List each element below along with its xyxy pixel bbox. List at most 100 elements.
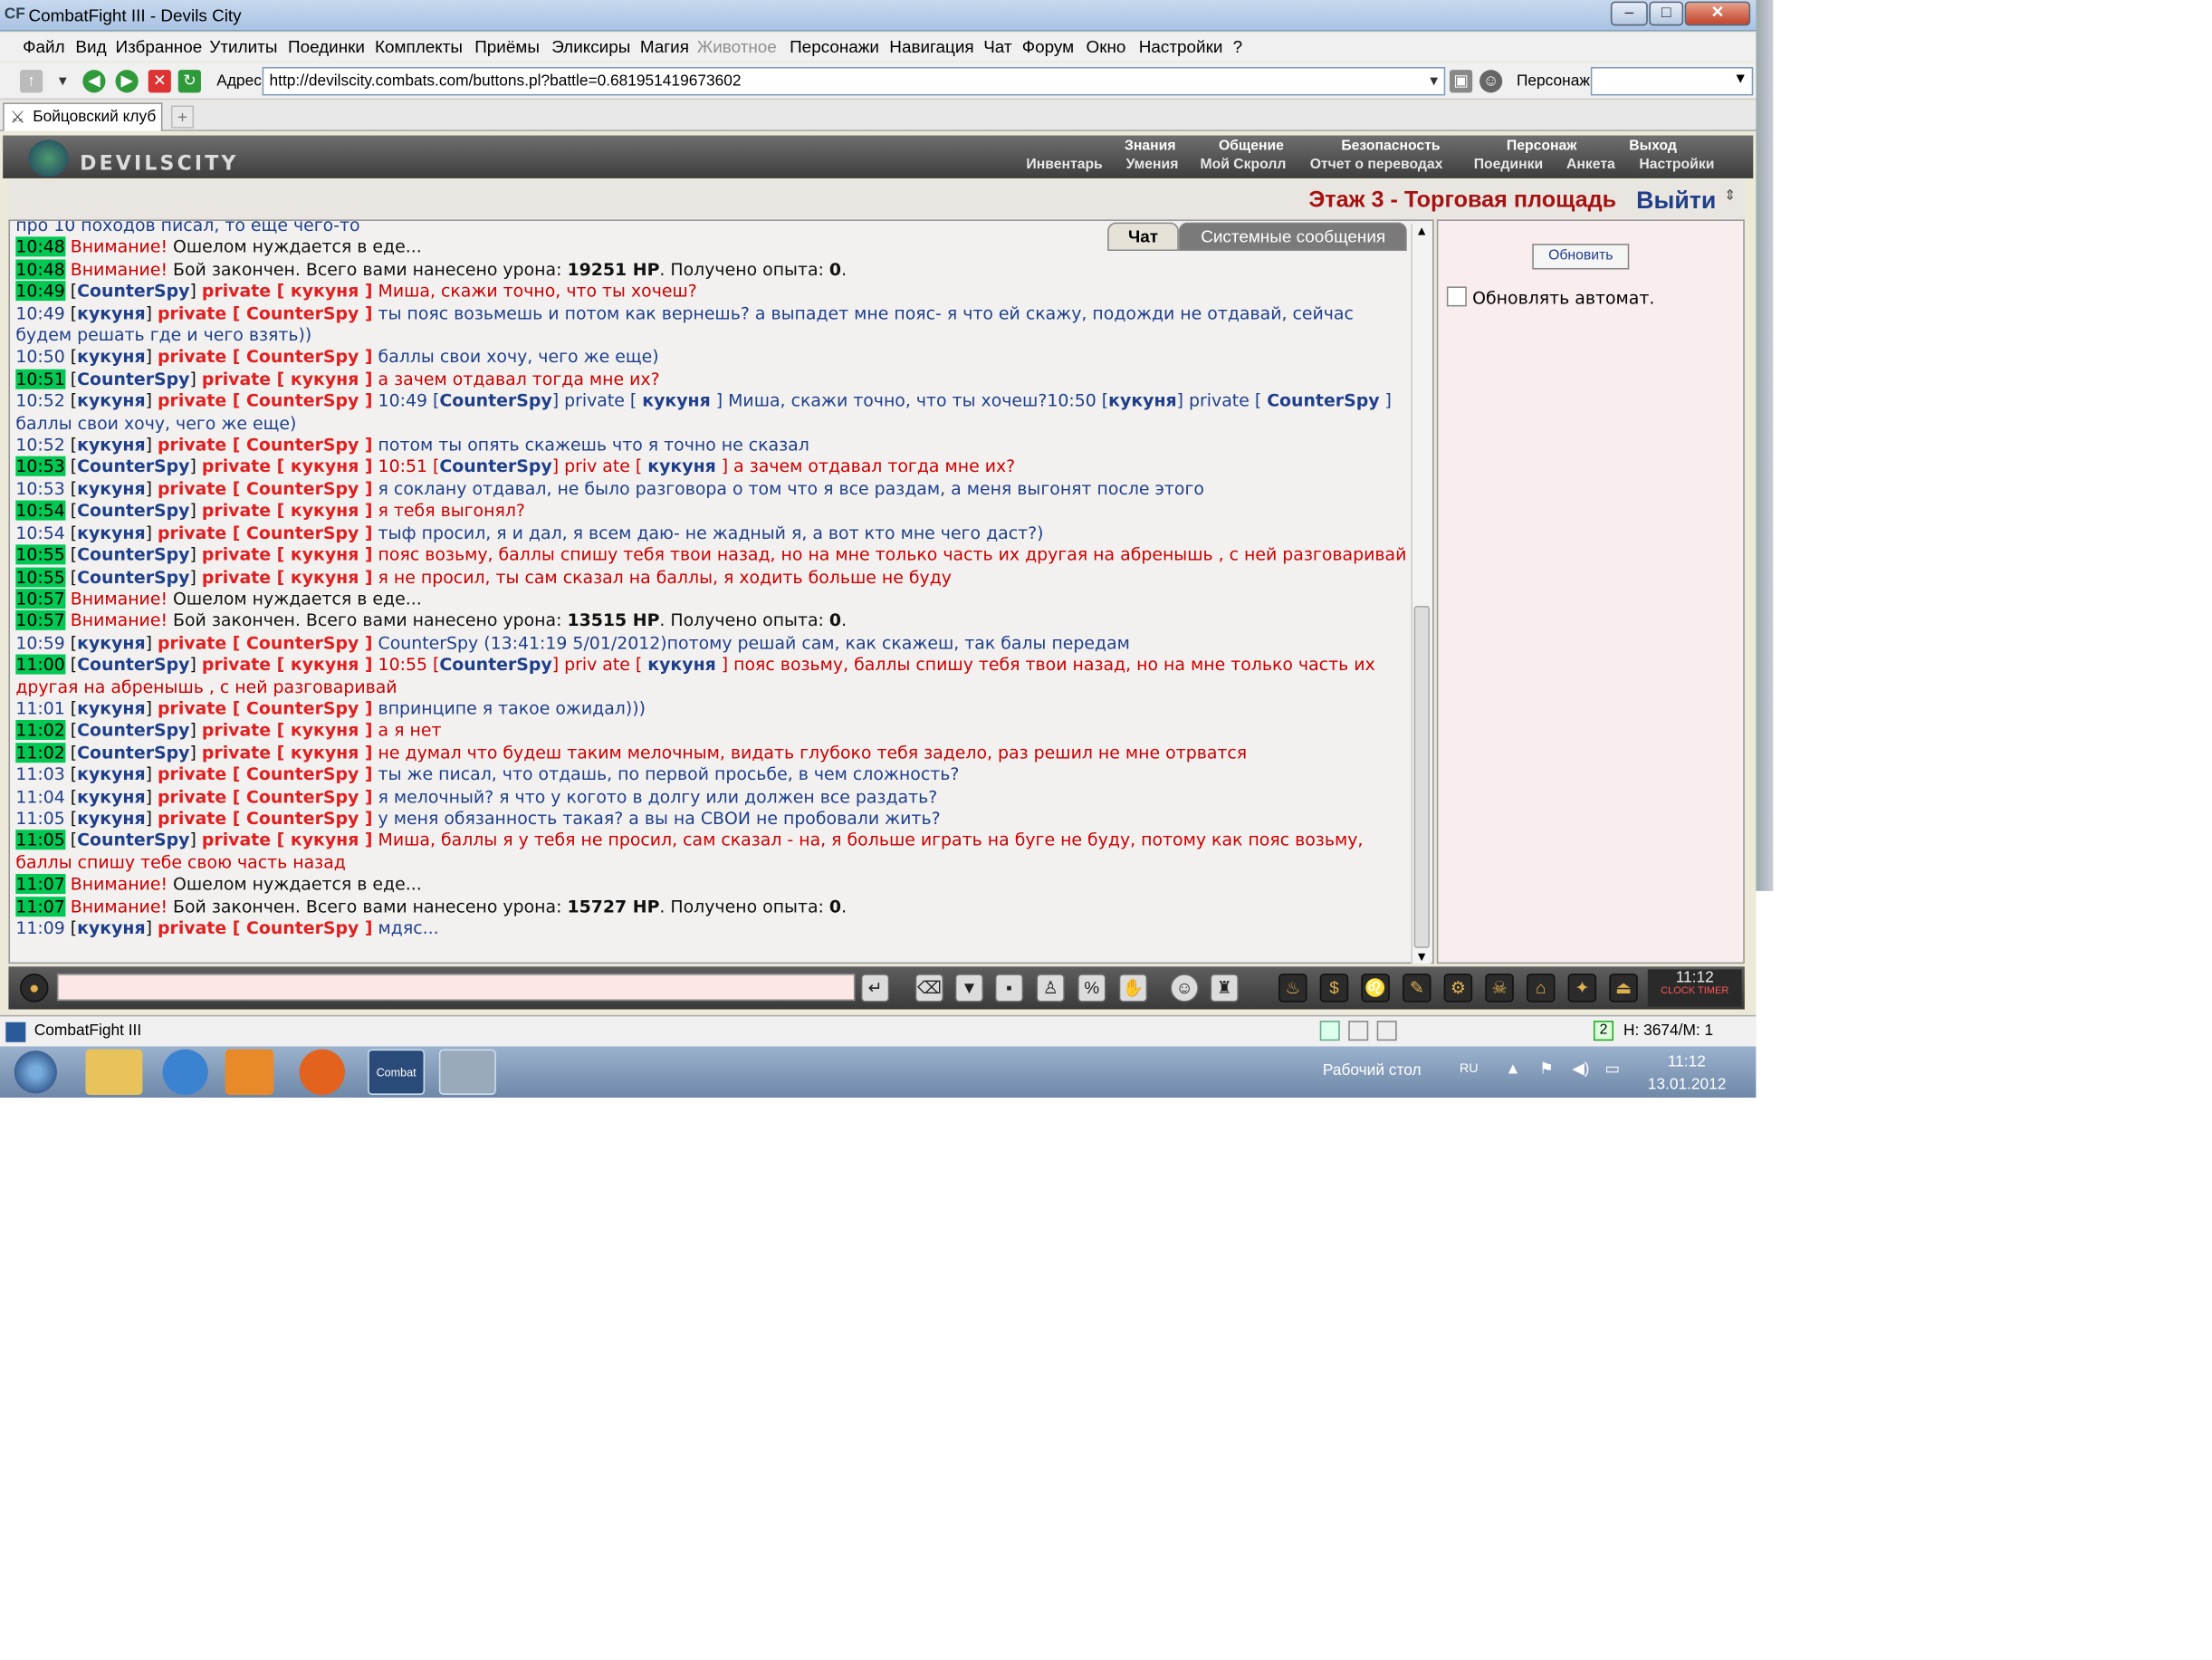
user-name-link[interactable]: кукуня — [77, 786, 145, 806]
user-name-link[interactable]: CounterSpy — [77, 501, 189, 521]
firefox-icon[interactable] — [299, 1049, 345, 1095]
dropdown-arrow-icon[interactable]: ▾ — [52, 70, 74, 92]
private-tag[interactable]: private [ CounterSpy ] — [158, 347, 373, 367]
message-time[interactable]: 11:07 — [15, 896, 65, 916]
user-name-link[interactable]: CounterSpy — [1267, 391, 1379, 411]
menu-view[interactable]: Вид — [75, 37, 106, 57]
private-tag[interactable]: private [ CounterSpy ] — [158, 391, 373, 411]
message-time[interactable]: 10:53 — [15, 479, 64, 499]
internet-explorer-icon[interactable] — [162, 1049, 208, 1095]
message-time[interactable]: 11:09 — [15, 918, 64, 938]
nav-communication[interactable]: Общение — [1219, 139, 1284, 154]
save-icon[interactable]: ▪ — [994, 974, 1024, 1003]
user-name-link[interactable]: кукуня — [77, 479, 145, 499]
user-name-link[interactable]: CounterSpy — [77, 830, 189, 850]
private-tag[interactable]: private [ CounterSpy ] — [158, 764, 373, 784]
gear-icon[interactable]: ⚙ — [1443, 974, 1473, 1003]
message-time[interactable]: 10:54 — [15, 523, 64, 542]
address-input[interactable] — [262, 66, 1446, 96]
tray-expand-icon[interactable]: ▲ — [1505, 1060, 1520, 1078]
private-tag[interactable]: private [ кукуня ] — [202, 655, 373, 675]
private-tag[interactable]: private [ CounterSpy ] — [158, 809, 373, 829]
tab-system-messages[interactable]: Системные сообщения — [1179, 222, 1407, 252]
tray-date[interactable]: 13.01.2012 — [1648, 1077, 1727, 1094]
user-name-link[interactable]: CounterSpy — [77, 743, 189, 763]
auto-refresh-checkbox[interactable] — [1446, 286, 1467, 307]
message-time[interactable]: 10:49 — [15, 303, 64, 323]
menu-forum[interactable]: Форум — [1022, 37, 1074, 57]
message-time[interactable]: 11:00 — [15, 654, 65, 675]
nav-inventory[interactable]: Инвентарь — [1026, 157, 1102, 172]
send-icon[interactable]: ↵ — [860, 974, 890, 1003]
user-name-link[interactable]: кукуня — [77, 809, 145, 829]
nav-transfers-report[interactable]: Отчет о переводах — [1310, 157, 1443, 172]
user-name-link[interactable]: кукуня — [77, 918, 145, 938]
new-tab-button[interactable]: + — [170, 105, 195, 129]
private-tag[interactable]: private [ кукуня ] — [202, 721, 373, 741]
private-tag[interactable]: private [ кукуня ] — [202, 830, 373, 850]
menu-magic[interactable]: Магия — [640, 37, 689, 57]
user-name-link[interactable]: CounterSpy — [77, 281, 189, 301]
close-button[interactable]: ✕ — [1684, 1, 1751, 26]
nav-profile[interactable]: Анкета — [1566, 157, 1615, 172]
user-name-link[interactable]: кукуня — [77, 633, 145, 653]
menu-duels[interactable]: Поединки — [288, 37, 365, 57]
menu-elixirs[interactable]: Эликсиры — [551, 37, 630, 57]
media-player-icon[interactable] — [225, 1049, 274, 1095]
chat-input[interactable] — [56, 974, 856, 1002]
nav-security[interactable]: Безопасность — [1341, 139, 1440, 154]
user-name-link[interactable]: кукуня — [77, 391, 145, 411]
house-icon[interactable]: ⌂ — [1526, 974, 1556, 1003]
go-icon[interactable]: ▣ — [1449, 70, 1473, 93]
menu-help[interactable]: ? — [1233, 37, 1243, 57]
smiley-face-icon[interactable]: ● — [20, 974, 49, 1003]
character-select[interactable]: ▼ — [1590, 66, 1754, 96]
message-time[interactable]: 11:05 — [15, 830, 65, 850]
scroll-down-icon[interactable]: ▼ — [1415, 949, 1428, 964]
menu-utilities[interactable]: Утилиты — [209, 37, 277, 57]
exit-link[interactable]: Выйти — [1636, 187, 1716, 215]
user-name-link[interactable]: CounterSpy — [77, 544, 189, 564]
menu-techniques[interactable]: Приёмы — [474, 37, 540, 57]
user-name-link[interactable]: CounterSpy — [439, 391, 551, 411]
nav-skills[interactable]: Умения — [1126, 157, 1179, 172]
page-icon[interactable] — [1348, 1021, 1369, 1041]
nav-character[interactable]: Персонаж — [1507, 139, 1576, 154]
message-time[interactable]: 11:04 — [15, 786, 64, 806]
menu-settings[interactable]: Настройки — [1139, 37, 1223, 57]
eraser-icon[interactable]: ⌫ — [914, 974, 944, 1003]
user-name-link[interactable]: кукуня — [77, 523, 145, 542]
nav-my-scroll[interactable]: Мой Скролл — [1200, 157, 1286, 172]
chat-scrollbar[interactable]: ▲ ▼ — [1411, 224, 1432, 964]
person-icon[interactable]: ♙ — [1036, 974, 1065, 1003]
user-name-link[interactable]: кукуня — [647, 456, 715, 476]
menu-sets[interactable]: Комплекты — [375, 37, 463, 57]
message-time[interactable]: 10:53 — [15, 456, 65, 477]
message-time[interactable]: 10:48 — [15, 236, 65, 257]
menu-navigation[interactable]: Навигация — [889, 37, 973, 57]
refresh-icon[interactable]: ↻ — [177, 70, 201, 93]
sync-icon[interactable] — [1319, 1021, 1340, 1041]
translit-icon[interactable]: % — [1077, 974, 1106, 1003]
skull-icon[interactable]: ☠ — [1485, 974, 1514, 1003]
back-icon[interactable]: ◀ — [82, 70, 106, 93]
bag-icon[interactable]: ♨ — [1278, 974, 1307, 1003]
message-time[interactable]: 11:03 — [15, 764, 64, 784]
private-tag[interactable]: private [ CounterSpy ] — [158, 698, 373, 718]
message-time[interactable]: 11:07 — [15, 874, 65, 895]
message-time[interactable]: 11:02 — [15, 742, 65, 763]
user-name-link[interactable]: кукуня — [1108, 391, 1176, 411]
message-time[interactable]: 11:01 — [15, 698, 64, 718]
filter-icon[interactable]: ▼ — [954, 974, 984, 1003]
message-time[interactable]: 10:55 — [15, 544, 65, 565]
private-tag[interactable]: private [ CounterSpy ] — [158, 523, 373, 542]
user-name-link[interactable]: кукуня — [77, 764, 145, 784]
updown-arrows-icon[interactable]: ⇕ — [1724, 188, 1736, 204]
user-name-link[interactable]: CounterSpy — [77, 369, 189, 389]
user-name-link[interactable]: кукуня — [77, 698, 145, 718]
scroll-thumb[interactable] — [1413, 606, 1430, 948]
forward-icon[interactable]: ▶ — [115, 70, 139, 93]
message-time[interactable]: 10:50 — [15, 347, 64, 367]
window-icon[interactable] — [1376, 1021, 1397, 1041]
hand-icon[interactable]: ✋ — [1118, 974, 1148, 1003]
